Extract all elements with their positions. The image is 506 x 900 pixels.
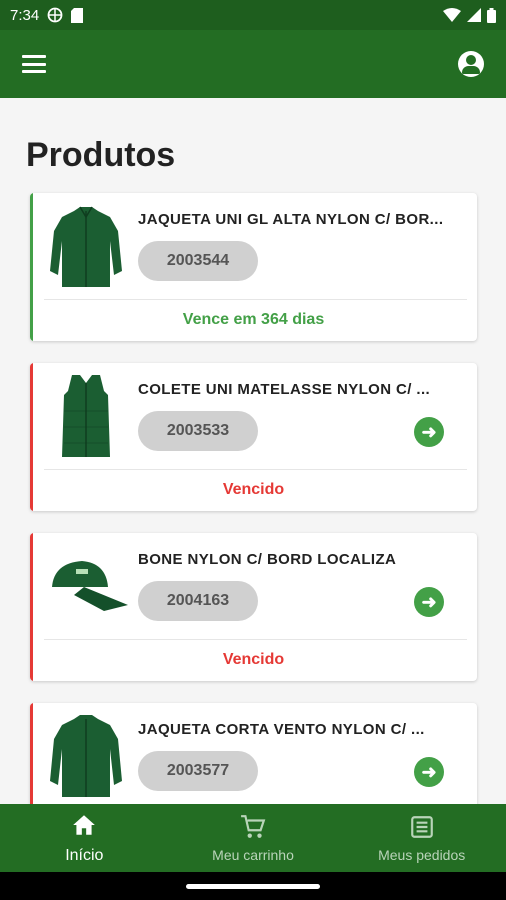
product-name: JAQUETA CORTA VENTO NYLON C/ ... bbox=[138, 721, 425, 738]
arrow-right-icon[interactable]: ➜ bbox=[414, 757, 444, 787]
wifi-icon bbox=[443, 8, 461, 22]
product-card[interactable]: JAQUETA UNI GL ALTA NYLON C/ BOR... 20035… bbox=[30, 193, 477, 341]
card-divider bbox=[44, 299, 467, 300]
account-icon[interactable] bbox=[458, 51, 484, 77]
nav-item-orders[interactable]: Meus pedidos bbox=[337, 804, 506, 872]
product-card[interactable]: BONE NYLON C/ BORD LOCALIZA 2004163 ➜ Venci… bbox=[30, 533, 477, 681]
expiration-status: Vence em 364 dias bbox=[182, 311, 325, 328]
vpn-globe-icon bbox=[47, 7, 63, 23]
nav-item-home[interactable]: Início bbox=[0, 804, 169, 872]
orders-icon bbox=[409, 814, 435, 843]
cap-icon bbox=[44, 541, 128, 633]
product-list: JAQUETA UNI GL ALTA NYLON C/ BOR... 20035… bbox=[30, 193, 477, 873]
menu-icon[interactable] bbox=[22, 55, 46, 73]
expiration-status: Vencido bbox=[222, 481, 285, 498]
vest-icon bbox=[44, 371, 128, 463]
signal-icon bbox=[467, 8, 481, 22]
windbreaker-icon bbox=[44, 711, 128, 803]
status-bar: 7:34 bbox=[0, 0, 506, 30]
product-name: COLETE UNI MATELASSE NYLON C/ ... bbox=[138, 381, 431, 398]
product-code-chip: 2003577 bbox=[138, 751, 258, 791]
nav-item-cart[interactable]: Meu carrinho bbox=[169, 804, 338, 872]
home-icon bbox=[71, 812, 97, 843]
expiration-status: Vencido bbox=[222, 651, 285, 668]
app-bar bbox=[0, 30, 506, 98]
product-code-chip: 2003533 bbox=[138, 411, 258, 451]
product-code-chip: 2004163 bbox=[138, 581, 258, 621]
cart-icon bbox=[240, 814, 266, 843]
product-name: JAQUETA UNI GL ALTA NYLON C/ BOR... bbox=[138, 211, 444, 228]
product-code-chip: 2003544 bbox=[138, 241, 258, 281]
nav-item-label: Meus pedidos bbox=[378, 846, 466, 863]
nav-item-label: Início bbox=[65, 846, 104, 864]
home-gesture-handle[interactable] bbox=[186, 884, 320, 889]
arrow-right-icon[interactable]: ➜ bbox=[414, 417, 444, 447]
card-divider bbox=[44, 639, 467, 640]
product-name: BONE NYLON C/ BORD LOCALIZA bbox=[138, 551, 397, 568]
status-time: 7:34 bbox=[10, 6, 40, 24]
card-divider bbox=[44, 469, 467, 470]
arrow-right-icon[interactable]: ➜ bbox=[414, 587, 444, 617]
product-card[interactable]: COLETE UNI MATELASSE NYLON C/ ... 2003533… bbox=[30, 363, 477, 511]
battery-icon bbox=[487, 7, 496, 23]
jacket-icon bbox=[44, 201, 128, 293]
sim-card-icon bbox=[71, 7, 84, 23]
system-navigation-bar bbox=[0, 872, 506, 900]
nav-item-label: Meu carrinho bbox=[212, 846, 294, 863]
bottom-navigation: Início Meu carrinho Meus pedidos bbox=[0, 804, 506, 872]
page-title: Produtos bbox=[26, 136, 176, 174]
